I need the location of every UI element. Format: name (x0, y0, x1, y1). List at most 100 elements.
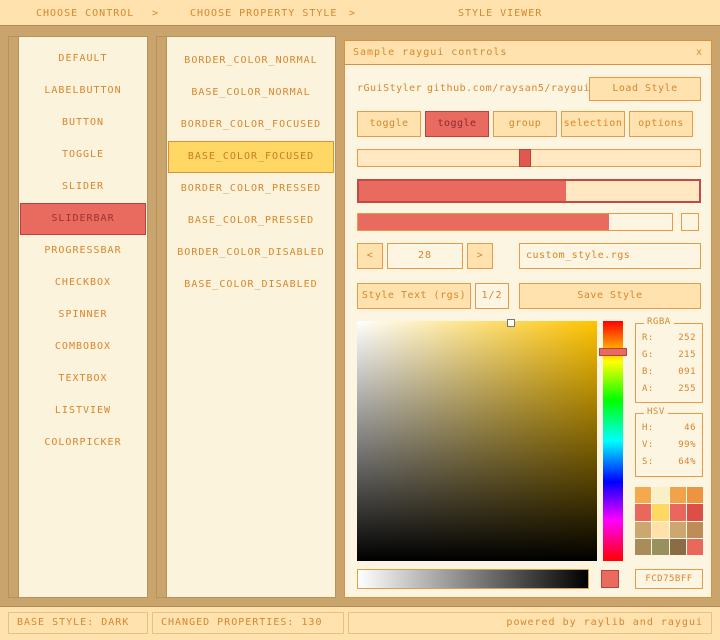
load-style-button[interactable]: Load Style (589, 77, 701, 101)
status-base-style: BASE STYLE: DARK (8, 612, 148, 634)
red-label: R: (642, 330, 654, 347)
rgba-blue-row: B: 091 (636, 364, 702, 381)
progressbar-fill (358, 214, 609, 230)
sample-checkbox[interactable] (681, 213, 699, 231)
palette-swatch[interactable] (687, 504, 703, 520)
property-item-border-color-normal[interactable]: BORDER_COLOR_NORMAL (168, 45, 334, 77)
breadcrumb-bar: CHOOSE CONTROL > CHOOSE PROPERTY STYLE >… (0, 0, 720, 26)
control-item-default[interactable]: DEFAULT (20, 43, 146, 75)
sample-progressbar (357, 213, 673, 231)
status-changed-properties: CHANGED PROPERTIES: 130 (152, 612, 344, 634)
slider-handle[interactable] (519, 149, 531, 167)
property-item-border-color-disabled[interactable]: BORDER_COLOR_DISABLED (168, 237, 334, 269)
palette-swatch[interactable] (687, 522, 703, 538)
rgba-red-row: R: 252 (636, 330, 702, 347)
property-item-border-color-focused[interactable]: BORDER_COLOR_FOCUSED (168, 109, 334, 141)
repo-link[interactable]: github.com/raysan5/raygui (427, 83, 590, 94)
current-color-button[interactable] (601, 570, 619, 588)
alpha-gradient-bar[interactable] (357, 569, 589, 589)
palette-swatch[interactable] (687, 539, 703, 555)
palette-swatch[interactable] (670, 504, 686, 520)
controls-list: DEFAULT LABELBUTTON BUTTON TOGGLE SLIDER… (20, 43, 146, 459)
color-picker-area[interactable] (357, 321, 597, 561)
hex-color-input[interactable]: FCD75BFF (635, 569, 703, 589)
rgba-green-row: G: 215 (636, 347, 702, 364)
palette-swatch[interactable] (670, 487, 686, 503)
palette-swatch[interactable] (670, 522, 686, 538)
hue-slider-handle[interactable] (599, 348, 627, 356)
control-item-textbox[interactable]: TEXTBOX (20, 363, 146, 395)
breadcrumb-choose-control: CHOOSE CONTROL (36, 8, 134, 19)
spinner-value[interactable]: 28 (387, 243, 463, 269)
breadcrumb-choose-property-style: CHOOSE PROPERTY STYLE (190, 8, 337, 19)
control-item-slider[interactable]: SLIDER (20, 171, 146, 203)
toggle-button-group[interactable]: group (493, 111, 557, 137)
property-item-base-color-disabled[interactable]: BASE_COLOR_DISABLED (168, 269, 334, 301)
chevron-right-icon: > (349, 8, 356, 19)
rguistyler-app: CHOOSE CONTROL > CHOOSE PROPERTY STYLE >… (0, 0, 720, 640)
blue-label: B: (642, 364, 654, 381)
close-icon[interactable]: x (696, 47, 703, 58)
palette-swatch[interactable] (635, 522, 651, 538)
color-picker-selector[interactable] (507, 319, 515, 327)
control-item-colorpicker[interactable]: COLORPICKER (20, 427, 146, 459)
properties-list: BORDER_COLOR_NORMAL BASE_COLOR_NORMAL BO… (168, 45, 334, 301)
palette-swatch[interactable] (652, 487, 668, 503)
hsv-title: HSV (644, 407, 668, 417)
save-style-button[interactable]: Save Style (519, 283, 701, 309)
rgba-alpha-row: A: 255 (636, 381, 702, 398)
palette-swatch[interactable] (635, 504, 651, 520)
palette-swatch[interactable] (687, 487, 703, 503)
style-text-button[interactable]: Style Text (rgs) (357, 283, 471, 309)
hsv-groupbox: HSV H: 46 V: 99% S: 64% (635, 413, 703, 477)
control-item-button[interactable]: BUTTON (20, 107, 146, 139)
app-name-label: rGuiStyler (357, 83, 422, 94)
property-item-base-color-pressed[interactable]: BASE_COLOR_PRESSED (168, 205, 334, 237)
property-item-border-color-pressed[interactable]: BORDER_COLOR_PRESSED (168, 173, 334, 205)
property-item-base-color-focused[interactable]: BASE_COLOR_FOCUSED (168, 141, 334, 173)
control-item-spinner[interactable]: SPINNER (20, 299, 146, 331)
properties-list-scrollbar[interactable] (157, 37, 167, 597)
saturation-value: 64% (678, 454, 696, 471)
style-viewer-window: Sample raygui controls x rGuiStyler gith… (344, 40, 712, 598)
toggle-button-options[interactable]: options (629, 111, 693, 137)
status-powered-by: powered by raylib and raygui (348, 612, 712, 634)
control-item-listview[interactable]: LISTVIEW (20, 395, 146, 427)
control-item-toggle[interactable]: TOGGLE (20, 139, 146, 171)
property-item-base-color-normal[interactable]: BASE_COLOR_NORMAL (168, 77, 334, 109)
page-indicator[interactable]: 1/2 (475, 283, 509, 309)
control-item-combobox[interactable]: COMBOBOX (20, 331, 146, 363)
controls-list-scrollbar[interactable] (9, 37, 19, 597)
control-item-progressbar[interactable]: PROGRESSBAR (20, 235, 146, 267)
hue-value: 46 (684, 420, 696, 437)
status-bar: BASE STYLE: DARK CHANGED PROPERTIES: 130… (0, 606, 720, 640)
toggle-button-1[interactable]: toggle (357, 111, 421, 137)
chevron-right-icon: > (152, 8, 159, 19)
red-value: 252 (678, 330, 696, 347)
style-filename-input[interactable]: custom_style.rgs (519, 243, 701, 269)
palette-swatch[interactable] (652, 504, 668, 520)
control-item-labelbutton[interactable]: LABELBUTTON (20, 75, 146, 107)
window-titlebar[interactable]: Sample raygui controls x (345, 41, 711, 65)
color-palette (635, 487, 703, 555)
palette-swatch[interactable] (635, 539, 651, 555)
control-item-sliderbar[interactable]: SLIDERBAR (20, 203, 146, 235)
hue-label: H: (642, 420, 654, 437)
hue-slider[interactable] (603, 321, 623, 561)
sample-slider[interactable] (357, 149, 701, 167)
hsv-hue-row: H: 46 (636, 420, 702, 437)
hsv-saturation-row: S: 64% (636, 454, 702, 471)
palette-swatch[interactable] (652, 522, 668, 538)
palette-swatch[interactable] (635, 487, 651, 503)
palette-swatch[interactable] (652, 539, 668, 555)
control-item-checkbox[interactable]: CHECKBOX (20, 267, 146, 299)
window-title: Sample raygui controls (353, 47, 507, 58)
sample-sliderbar[interactable] (357, 179, 701, 203)
value-value: 99% (678, 437, 696, 454)
spinner-increment-button[interactable]: > (467, 243, 493, 269)
blue-value: 091 (678, 364, 696, 381)
spinner-decrement-button[interactable]: < (357, 243, 383, 269)
palette-swatch[interactable] (670, 539, 686, 555)
toggle-button-2-active[interactable]: toggle (425, 111, 489, 137)
toggle-button-selection[interactable]: selection (561, 111, 625, 137)
